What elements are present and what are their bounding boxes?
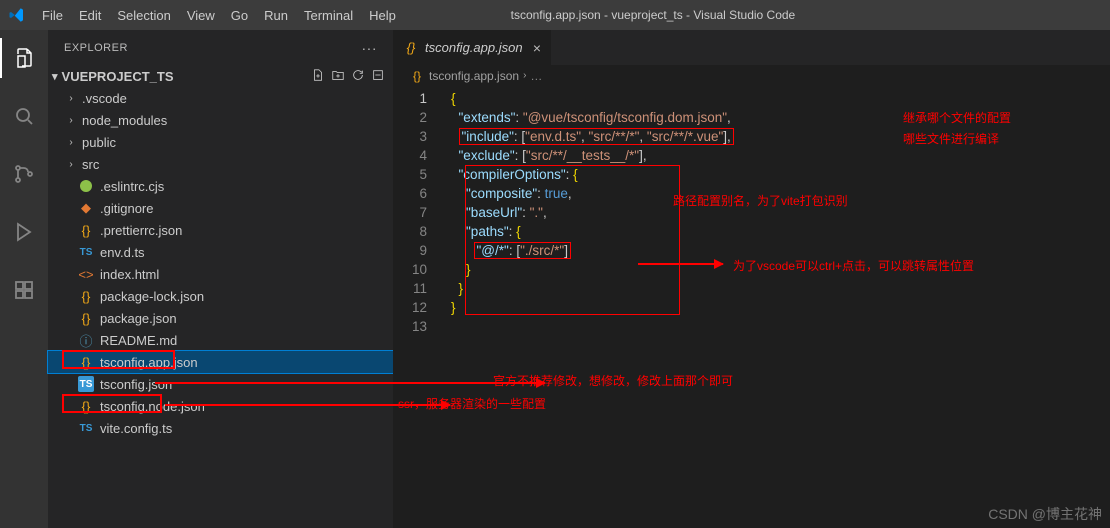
file-package[interactable]: {}package.json: [48, 307, 393, 329]
arrow-icon: [638, 263, 723, 265]
info-icon: ⓘ: [78, 332, 94, 348]
file-gitignore[interactable]: ◆.gitignore: [48, 197, 393, 219]
explorer-icon[interactable]: [0, 38, 48, 78]
line-gutter: 12345678910111213: [393, 87, 441, 336]
tab-tsconfig-app[interactable]: {} tsconfig.app.json ×: [393, 30, 551, 65]
json-icon: {}: [403, 40, 419, 56]
json-icon: {}: [409, 68, 425, 84]
sidebar-title: EXPLORER: [64, 42, 128, 54]
editor: {} tsconfig.app.json × {} tsconfig.app.j…: [393, 30, 1110, 528]
file-indexhtml[interactable]: <>index.html: [48, 263, 393, 285]
code-editor[interactable]: 12345678910111213 { "extends": "@vue/tsc…: [393, 87, 1110, 528]
menu-view[interactable]: View: [179, 4, 223, 27]
file-eslintrc[interactable]: .eslintrc.cjs: [48, 175, 393, 197]
annotation-paths-alias: 路径配置别名，为了vite打包识别: [673, 192, 848, 209]
file-tsconfig[interactable]: TStsconfig.json: [48, 373, 393, 395]
annotation-official: 官方不推荐修改，想修改，修改上面那个即可: [493, 372, 733, 389]
menu-go[interactable]: Go: [223, 4, 256, 27]
menu-run[interactable]: Run: [256, 4, 296, 27]
tab-bar: {} tsconfig.app.json ×: [393, 30, 1110, 65]
breadcrumb-item: tsconfig.app.json: [429, 69, 519, 83]
code-lines: { "extends": "@vue/tsconfig/tsconfig.dom…: [451, 89, 1110, 336]
annotation-vscode-ctrl: 为了vscode可以ctrl+点击，可以跳转属性位置: [733, 257, 974, 274]
ts-icon: TS: [78, 420, 94, 436]
window-title: tsconfig.app.json - vueproject_ts - Visu…: [404, 8, 902, 22]
close-icon[interactable]: ×: [533, 40, 541, 56]
breadcrumb[interactable]: {} tsconfig.app.json › …: [393, 65, 1110, 87]
json-icon: {}: [78, 310, 94, 326]
chevron-right-icon: ›: [523, 70, 526, 81]
watermark: CSDN @博主花神: [988, 504, 1102, 524]
collapse-icon[interactable]: [371, 68, 385, 85]
chevron-down-icon: ▾: [52, 70, 58, 83]
annotation-include: 哪些文件进行编译: [903, 130, 999, 147]
html-icon: <>: [78, 266, 94, 282]
ts-icon: TS: [78, 244, 94, 260]
extensions-icon[interactable]: [0, 270, 48, 310]
sidebar-more-icon[interactable]: ···: [362, 40, 378, 56]
chevron-right-icon: ›: [66, 115, 76, 126]
folder-vscode[interactable]: ›.vscode: [48, 87, 393, 109]
json-icon: {}: [78, 288, 94, 304]
menu-selection[interactable]: Selection: [109, 4, 178, 27]
arrow-icon: [165, 404, 450, 406]
file-tsconfig-node[interactable]: {}tsconfig.node.json: [48, 395, 393, 417]
file-vite-config[interactable]: TSvite.config.ts: [48, 417, 393, 439]
chevron-right-icon: ›: [66, 137, 76, 148]
chevron-right-icon: ›: [66, 93, 76, 104]
run-debug-icon[interactable]: [0, 212, 48, 252]
menu-help[interactable]: Help: [361, 4, 404, 27]
refresh-icon[interactable]: [351, 68, 365, 85]
git-icon: ◆: [78, 200, 94, 216]
json-icon: {}: [78, 398, 94, 414]
sidebar: EXPLORER ··· ▾ VUEPROJECT_TS ›.vscode ›n…: [48, 30, 393, 528]
file-readme[interactable]: ⓘREADME.md: [48, 329, 393, 351]
folder-src[interactable]: ›src: [48, 153, 393, 175]
folder-public[interactable]: ›public: [48, 131, 393, 153]
tab-label: tsconfig.app.json: [425, 40, 523, 55]
arrow-icon: [155, 382, 545, 384]
file-prettierrc[interactable]: {}.prettierrc.json: [48, 219, 393, 241]
chevron-right-icon: ›: [66, 159, 76, 170]
annotation-extends: 继承哪个文件的配置: [903, 109, 1011, 126]
menu-edit[interactable]: Edit: [71, 4, 109, 27]
project-name: VUEPROJECT_TS: [62, 69, 174, 84]
sidebar-header: EXPLORER ···: [48, 30, 393, 65]
new-folder-icon[interactable]: [331, 68, 345, 85]
json-icon: {}: [78, 354, 94, 370]
project-root[interactable]: ▾ VUEPROJECT_TS: [48, 65, 393, 87]
search-icon[interactable]: [0, 96, 48, 136]
js-icon: [78, 178, 94, 194]
new-file-icon[interactable]: [311, 68, 325, 85]
file-tree: ›.vscode ›node_modules ›public ›src .esl…: [48, 87, 393, 439]
activity-bar: [0, 30, 48, 528]
title-bar: File Edit Selection View Go Run Terminal…: [0, 0, 1110, 30]
vscode-logo-icon: [8, 6, 26, 24]
file-package-lock[interactable]: {}package-lock.json: [48, 285, 393, 307]
json-icon: {}: [78, 222, 94, 238]
file-tsconfig-app[interactable]: {}tsconfig.app.json: [48, 351, 393, 373]
source-control-icon[interactable]: [0, 154, 48, 194]
file-envdts[interactable]: TSenv.d.ts: [48, 241, 393, 263]
menu-terminal[interactable]: Terminal: [296, 4, 361, 27]
ts-icon: TS: [78, 376, 94, 392]
folder-node-modules[interactable]: ›node_modules: [48, 109, 393, 131]
menu-file[interactable]: File: [34, 4, 71, 27]
